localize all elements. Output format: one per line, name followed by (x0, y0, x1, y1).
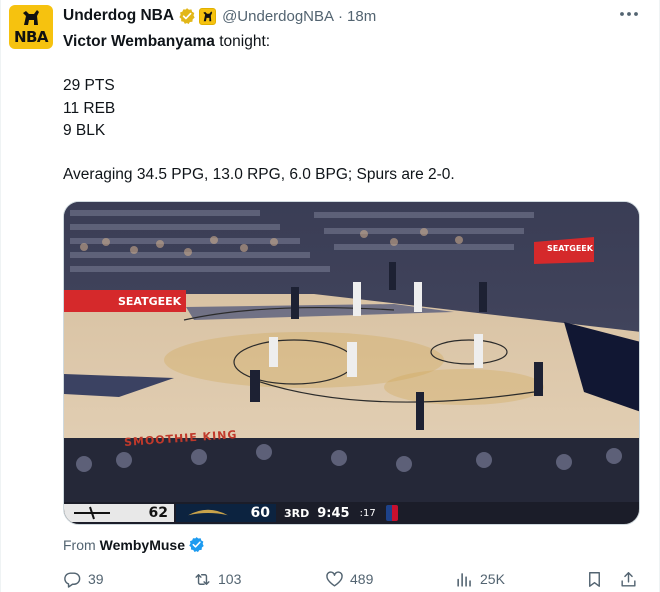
verified-gold-icon[interactable] (178, 7, 196, 25)
affiliate-badge-icon[interactable] (199, 7, 217, 25)
repost-count: 103 (218, 571, 242, 587)
underdog-logo-icon (23, 10, 39, 25)
away-team: 62 (64, 504, 174, 522)
author-handle[interactable]: @UnderdogNBA (222, 8, 334, 25)
tweet-actions: 39 103 489 25K (63, 568, 643, 590)
verified-blue-icon (189, 537, 204, 553)
like-icon (326, 570, 343, 587)
bookmark-icon (589, 571, 600, 587)
avatar-text: NBA (13, 28, 49, 46)
separator-dot: · (338, 7, 344, 25)
avatar[interactable]: NBA (9, 5, 53, 49)
views-button[interactable]: 25K (455, 568, 505, 590)
intro-rest: tonight: (214, 33, 271, 50)
reply-icon (64, 571, 81, 588)
player-name: Victor Wembanyama (63, 33, 215, 50)
spurs-logo-icon (74, 506, 110, 520)
reply-count: 39 (88, 571, 104, 587)
pelicans-logo-icon (188, 509, 228, 516)
stat-summary: Averaging 34.5 PPG, 13.0 RPG, 6.0 BPG; S… (63, 166, 455, 183)
bookmark-button[interactable] (585, 568, 610, 590)
media-image[interactable]: SEATGEEK SEATGEEK SMOOTHIE KING 62 60 3R… (63, 201, 640, 525)
tweet-intro-line: Victor Wembanyama tonight: (63, 32, 270, 52)
like-button[interactable]: 489 (325, 568, 373, 590)
views-count: 25K (480, 571, 505, 587)
court-ad-right: SEATGEEK (547, 244, 593, 253)
tweet-card[interactable]: NBA Underdog NBA @UnderdogNBA · 18m Vict… (0, 0, 660, 592)
stat-points: 29 PTS (63, 77, 115, 94)
court-ad-left: SEATGEEK (118, 295, 182, 308)
author-name[interactable]: Underdog NBA (63, 7, 174, 25)
home-team: 60 (176, 504, 276, 522)
away-score: 62 (148, 505, 168, 521)
repost-button[interactable]: 103 (193, 568, 241, 590)
more-icon[interactable] (614, 2, 644, 26)
game-clock: 9:45 (317, 505, 350, 521)
nba-logo-icon (385, 505, 398, 521)
tweet-header: Underdog NBA @UnderdogNBA · 18m (63, 6, 376, 26)
scorebug: 62 60 3RD 9:45 :17 (64, 502, 639, 524)
share-icon (621, 571, 636, 587)
stat-blocks: 9 BLK (63, 122, 106, 139)
share-button[interactable] (619, 568, 644, 590)
stat-rebounds: 11 REB (63, 100, 116, 117)
shot-clock: :17 (359, 507, 376, 519)
source-prefix: From (63, 536, 96, 553)
reply-button[interactable]: 39 (63, 568, 104, 590)
home-score: 60 (250, 505, 270, 521)
source-name[interactable]: WembyMuse (100, 537, 185, 553)
source-attribution: From WembyMuse (63, 536, 205, 553)
repost-icon (195, 573, 210, 585)
game-quarter: 3RD (284, 506, 310, 520)
views-icon (457, 572, 471, 587)
timestamp[interactable]: 18m (347, 8, 376, 25)
like-count: 489 (350, 571, 374, 587)
